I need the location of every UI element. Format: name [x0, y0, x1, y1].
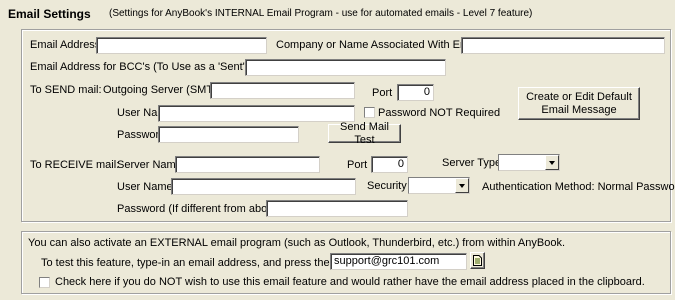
receive-port-label: Port [347, 159, 368, 171]
chevron-down-icon[interactable] [545, 155, 559, 170]
clipboard-checkbox[interactable] [39, 277, 50, 288]
default-email-message-button[interactable]: Create or Edit Default Email Message [518, 87, 640, 120]
send-password-input[interactable] [158, 126, 299, 143]
receive-server-input[interactable] [175, 156, 320, 173]
authentication-method-label: Authentication Method: Normal Password [482, 181, 675, 193]
send-port-input[interactable]: 0 [397, 84, 434, 101]
email-address-label: Email Address [30, 39, 101, 51]
outgoing-server-label: Outgoing Server (SMTP) [103, 84, 225, 96]
receive-username-label: User Name [117, 181, 173, 193]
receive-mail-label: To RECEIVE mail: [30, 159, 120, 171]
page-subtitle: (Settings for AnyBook's INTERNAL Email P… [109, 8, 533, 19]
receive-username-input[interactable] [171, 178, 356, 195]
receive-password-label: Password (If different from above) [117, 203, 283, 215]
external-test-label: To test this feature, type-in an email a… [41, 257, 367, 269]
receive-port-input[interactable]: 0 [371, 156, 408, 173]
chevron-down-icon[interactable] [455, 178, 469, 193]
security-select[interactable] [408, 177, 470, 194]
company-name-input[interactable] [461, 37, 665, 54]
send-username-input[interactable] [158, 105, 355, 122]
send-mail-test-button[interactable]: Send Mail Test [328, 121, 401, 146]
send-mail-label: To SEND mail: [30, 84, 102, 96]
bcc-address-input[interactable] [245, 59, 446, 76]
security-label: Security [367, 180, 407, 192]
bcc-address-label: Email Address for BCC's (To Use as a 'Se… [30, 61, 271, 73]
receive-password-input[interactable] [266, 200, 408, 217]
document-icon [473, 255, 482, 266]
external-test-button[interactable] [470, 252, 485, 269]
external-test-email-input[interactable]: support@grc101.com [330, 253, 467, 270]
password-not-required-checkbox[interactable] [364, 107, 375, 118]
outgoing-server-input[interactable] [210, 82, 355, 99]
email-address-input[interactable] [96, 37, 267, 54]
company-name-label: Company or Name Associated With Email [276, 39, 481, 51]
clipboard-label: Check here if you do NOT wish to use thi… [55, 276, 645, 288]
server-type-label: Server Type [442, 157, 502, 169]
send-port-label: Port [372, 87, 393, 99]
external-email-info: You can also activate an EXTERNAL email … [28, 237, 566, 249]
receive-server-label: Server Name [117, 159, 182, 171]
page-title: Email Settings [8, 7, 91, 21]
password-not-required-label: Password NOT Required [378, 107, 501, 119]
server-type-select[interactable] [498, 154, 560, 171]
